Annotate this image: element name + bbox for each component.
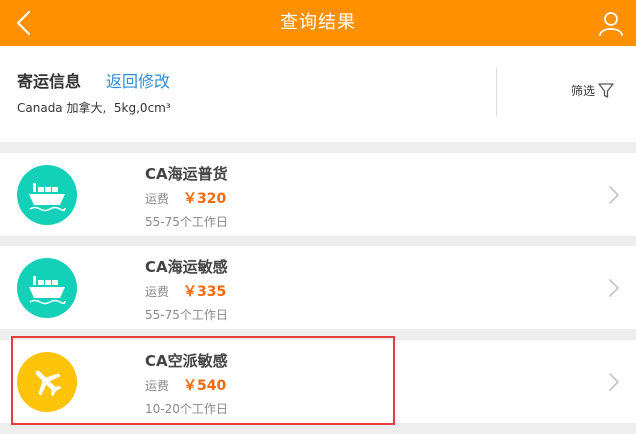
ship-icon <box>17 258 77 318</box>
fee-label: 运费 <box>145 285 170 299</box>
chevron-right-icon <box>609 373 619 391</box>
divider <box>496 68 497 116</box>
shipping-info-title: 寄运信息 <box>17 72 82 91</box>
result-item-sea-general[interactable]: CA海运普货 运费 ￥320 55-75个工作日 <box>0 153 636 236</box>
filter-label: 筛选 <box>571 84 596 98</box>
chevron-right-icon <box>609 186 619 204</box>
shipping-details: Canada 加拿大, 5kg,0cm³ <box>17 101 171 115</box>
service-name: CA海运敏感 <box>145 258 228 276</box>
filter-button[interactable]: 筛选 <box>571 82 614 99</box>
service-name: CA海运普货 <box>145 165 228 183</box>
back-edit-link[interactable]: 返回修改 <box>106 68 170 92</box>
price: ￥335 <box>183 284 227 300</box>
page-title: 查询结果 <box>280 12 356 33</box>
result-item-sea-sensitive[interactable]: CA海运敏感 运费 ￥335 55-75个工作日 <box>0 246 636 329</box>
service-name: CA空派敏感 <box>145 352 228 370</box>
airplane-icon <box>17 352 77 412</box>
user-icon <box>599 12 623 36</box>
price: ￥320 <box>183 191 227 207</box>
fee-label: 运费 <box>145 192 170 206</box>
top-bar: 查询结果 <box>0 0 636 46</box>
shipping-info-panel: 寄运信息 返回修改 Canada 加拿大, 5kg,0cm³ 筛选 <box>0 46 636 142</box>
ship-icon <box>17 165 77 225</box>
result-item-air-sensitive[interactable]: CA空派敏感 运费 ￥540 10-20个工作日 <box>0 336 636 425</box>
delivery-time: 55-75个工作日 <box>145 215 228 229</box>
price: ￥540 <box>183 378 227 394</box>
delivery-time: 10-20个工作日 <box>145 402 228 416</box>
app-root: 查询结果 寄运信息 返回修改 Canada 加拿大, 5kg,0cm³ 筛选 C… <box>0 0 636 434</box>
user-profile-button[interactable] <box>594 7 628 39</box>
chevron-right-icon <box>609 279 619 297</box>
filter-icon <box>598 82 614 98</box>
fee-label: 运费 <box>145 379 170 393</box>
delivery-time: 55-75个工作日 <box>145 308 228 322</box>
